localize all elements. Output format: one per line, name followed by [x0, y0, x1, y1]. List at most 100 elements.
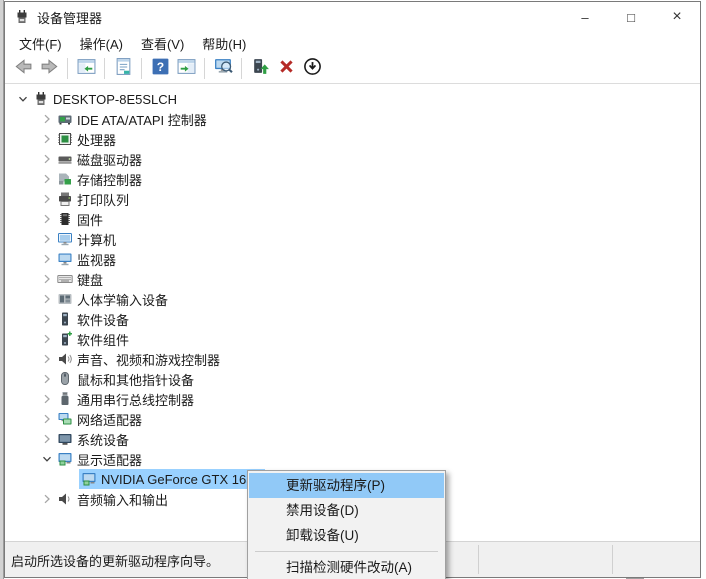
- tree-item-content: 人体学输入设备: [55, 289, 172, 309]
- tree-item-content: 打印队列: [55, 189, 133, 209]
- tree-item-content: 显示适配器: [55, 449, 146, 469]
- tree-item[interactable]: 系统设备: [5, 429, 700, 449]
- computer-monitor-icon: [57, 231, 73, 247]
- scan-hardware-changes-button[interactable]: [210, 56, 236, 82]
- tree-item[interactable]: 通用串行总线控制器: [5, 389, 700, 409]
- tree-item-content: IDE ATA/ATAPI 控制器: [55, 109, 211, 129]
- menubar-item[interactable]: 查看(V): [132, 32, 193, 55]
- chevron-right-icon[interactable]: [39, 371, 55, 387]
- display-adapter-icon: [57, 451, 73, 467]
- chevron-down-icon[interactable]: [15, 91, 31, 107]
- tree-item-label: DESKTOP-8E5SLCH: [53, 92, 177, 107]
- tree-item-label: 存储控制器: [77, 170, 142, 189]
- update-driver-icon: [251, 57, 270, 81]
- tree-item[interactable]: IDE ATA/ATAPI 控制器: [5, 109, 700, 129]
- software-component-icon: [57, 331, 73, 347]
- status-text: 启动所选设备的更新驱动程序向导。: [11, 551, 219, 570]
- tree-item[interactable]: 鼠标和其他指针设备: [5, 369, 700, 389]
- tree-item[interactable]: 人体学输入设备: [5, 289, 700, 309]
- chevron-right-icon[interactable]: [39, 311, 55, 327]
- context-menu-item[interactable]: 扫描检测硬件改动(A): [249, 555, 444, 579]
- tree-item[interactable]: 计算机: [5, 229, 700, 249]
- chevron-down-icon[interactable]: [39, 451, 55, 467]
- tree-item-label: 处理器: [77, 130, 116, 149]
- menubar-item[interactable]: 操作(A): [71, 32, 132, 55]
- tree-item[interactable]: 固件: [5, 209, 700, 229]
- show-console-tree-button[interactable]: [73, 56, 99, 82]
- toolbar-separator: [241, 58, 242, 79]
- tree-item-label: IDE ATA/ATAPI 控制器: [77, 110, 207, 129]
- tree-item[interactable]: DESKTOP-8E5SLCH: [5, 89, 700, 109]
- back-button[interactable]: [10, 56, 36, 82]
- chevron-right-icon[interactable]: [39, 291, 55, 307]
- tree-item[interactable]: 声音、视频和游戏控制器: [5, 349, 700, 369]
- tree-item-content: 音频输入和输出: [55, 489, 172, 509]
- ide-controller-icon: [57, 111, 73, 127]
- chevron-right-icon[interactable]: [39, 491, 55, 507]
- chevron-right-icon[interactable]: [39, 351, 55, 367]
- toolbar-separator: [67, 58, 68, 79]
- statusbar-divider: [612, 545, 613, 574]
- titlebar: 设备管理器 –□×: [5, 2, 700, 32]
- disable-device-button[interactable]: [299, 56, 325, 82]
- tree-item-content: 软件设备: [55, 309, 133, 329]
- selected-tree-item: NVIDIA GeForce GTX 1650: [79, 469, 265, 489]
- context-menu-item[interactable]: 卸载设备(U): [249, 523, 444, 548]
- minimize-button[interactable]: –: [562, 2, 608, 32]
- context-menu-item[interactable]: 禁用设备(D): [249, 498, 444, 523]
- tree-item-label: 打印队列: [77, 190, 129, 209]
- uninstall-device-button[interactable]: [273, 56, 299, 82]
- chevron-right-icon[interactable]: [39, 211, 55, 227]
- tree-item[interactable]: 键盘: [5, 269, 700, 289]
- tree-item-content: 鼠标和其他指针设备: [55, 369, 198, 389]
- hid-icon: [57, 291, 73, 307]
- close-button[interactable]: ×: [654, 2, 700, 32]
- tree-item-label: 磁盘驱动器: [77, 150, 142, 169]
- chevron-right-icon[interactable]: [39, 171, 55, 187]
- menubar-item[interactable]: 文件(F): [10, 32, 71, 55]
- tree-item[interactable]: 显示适配器: [5, 449, 700, 469]
- chevron-spacer: [63, 471, 79, 487]
- screen: 设备管理器 –□× 文件(F)操作(A)查看(V)帮助(H) ? DESKTOP…: [0, 0, 706, 579]
- menubar-item[interactable]: 帮助(H): [193, 32, 255, 55]
- tree-item[interactable]: 打印队列: [5, 189, 700, 209]
- toolbar-separator: [141, 58, 142, 79]
- show-action-pane-button[interactable]: [173, 56, 199, 82]
- tree-item[interactable]: 网络适配器: [5, 409, 700, 429]
- chevron-right-icon[interactable]: [39, 191, 55, 207]
- chevron-right-icon[interactable]: [39, 391, 55, 407]
- chevron-right-icon[interactable]: [39, 271, 55, 287]
- chevron-right-icon[interactable]: [39, 131, 55, 147]
- context-menu-item[interactable]: 更新驱动程序(P): [249, 473, 444, 498]
- chevron-right-icon[interactable]: [39, 251, 55, 267]
- tree-item[interactable]: 存储控制器: [5, 169, 700, 189]
- forward-button[interactable]: [36, 56, 62, 82]
- tree-item-label: 固件: [77, 210, 103, 229]
- tree-item[interactable]: 监视器: [5, 249, 700, 269]
- tree-item-label: 音频输入和输出: [77, 490, 168, 509]
- maximize-button[interactable]: □: [608, 2, 654, 32]
- help-button[interactable]: ?: [147, 56, 173, 82]
- tree-item-content: 通用串行总线控制器: [55, 389, 198, 409]
- toolbar: ?: [5, 54, 700, 84]
- disable-device-icon: [303, 57, 322, 81]
- tree-item[interactable]: 处理器: [5, 129, 700, 149]
- chevron-right-icon[interactable]: [39, 111, 55, 127]
- audio-io-icon: [57, 491, 73, 507]
- tree-item-content: 系统设备: [55, 429, 133, 449]
- chevron-right-icon[interactable]: [39, 431, 55, 447]
- chevron-right-icon[interactable]: [39, 231, 55, 247]
- chevron-right-icon[interactable]: [39, 331, 55, 347]
- properties-icon: [114, 57, 133, 81]
- tree-item[interactable]: 软件组件: [5, 329, 700, 349]
- tree-item[interactable]: 磁盘驱动器: [5, 149, 700, 169]
- update-driver-button[interactable]: [247, 56, 273, 82]
- window-controls: –□×: [562, 2, 700, 32]
- tree-item-label: 显示适配器: [77, 450, 142, 469]
- properties-button[interactable]: [110, 56, 136, 82]
- chevron-right-icon[interactable]: [39, 411, 55, 427]
- display-adapter-icon: [81, 471, 97, 487]
- tree-item[interactable]: 软件设备: [5, 309, 700, 329]
- window-title: 设备管理器: [37, 8, 102, 27]
- chevron-right-icon[interactable]: [39, 151, 55, 167]
